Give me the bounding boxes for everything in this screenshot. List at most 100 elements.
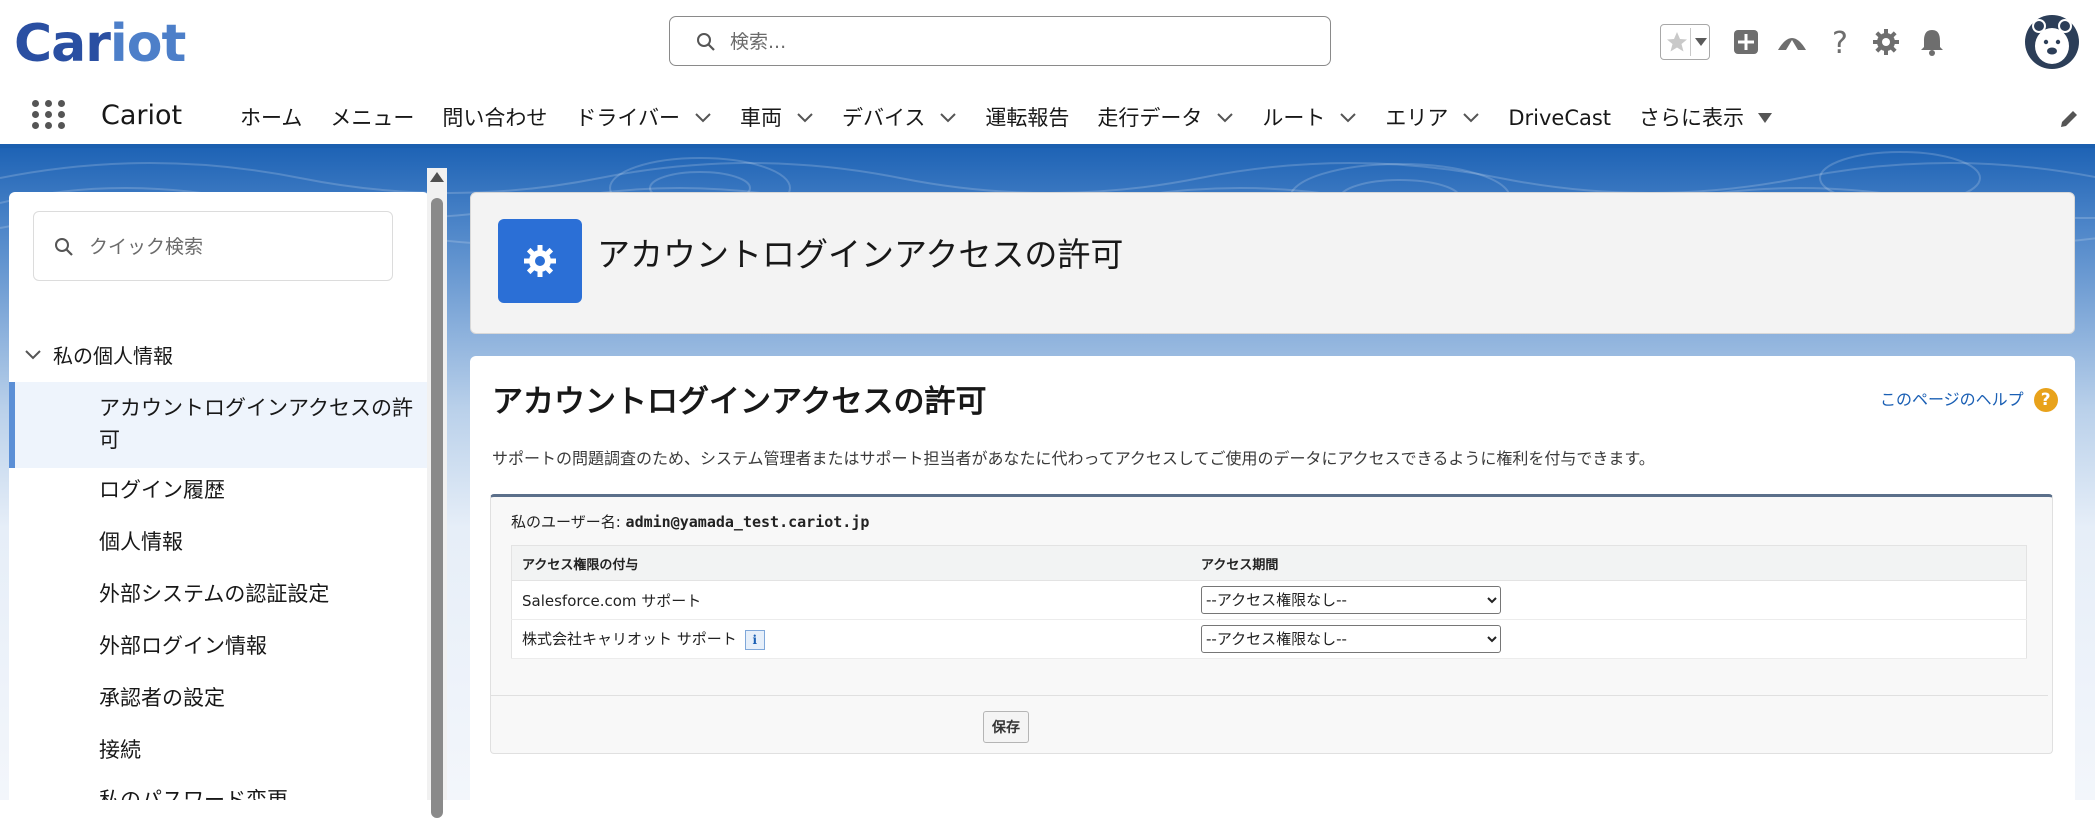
info-icon[interactable]: i — [744, 629, 765, 650]
sidebar-item-external-auth[interactable]: 外部システムの認証設定 — [9, 578, 429, 610]
nav-item-1[interactable]: メニュー — [330, 98, 414, 138]
sidebar-item-change-password[interactable]: 私のパスワード変更 — [9, 784, 429, 800]
setup-gear-icon — [498, 219, 582, 303]
help-icon[interactable]: ? — [1820, 22, 1860, 62]
app-name: Cariot — [101, 100, 183, 131]
nav-item-label: デバイス — [841, 106, 926, 130]
column-header-grant: アクセス権限の付与 — [511, 545, 1191, 581]
save-button[interactable]: 保存 — [983, 711, 1029, 743]
chevron-down-icon — [25, 349, 41, 359]
sidebar-item-label: アカウントログインアクセスの許可 — [99, 396, 413, 452]
access-duration-select-cariot[interactable]: --アクセス権限なし-- — [1201, 625, 1501, 653]
quick-search-input[interactable] — [87, 230, 381, 264]
nav-item-6[interactable]: 運転報告 — [985, 98, 1069, 138]
favorites-button[interactable] — [1660, 24, 1710, 60]
global-search-input[interactable] — [728, 25, 1292, 59]
nav-item-8[interactable]: ルート — [1262, 98, 1357, 138]
scrollbar-thumb[interactable] — [431, 198, 443, 818]
caret-down-icon[interactable] — [1758, 113, 1773, 123]
help-link-label: このページのヘルプ — [1880, 390, 2024, 409]
svg-text:?: ? — [1832, 26, 1848, 61]
nav-item-label: エリア — [1385, 106, 1449, 130]
setup-sidebar: 私の個人情報 アカウントログインアクセスの許可 ログイン履歴 個人情報 外部シス… — [9, 192, 429, 800]
chevron-down-icon[interactable] — [694, 112, 712, 124]
support-name: Salesforce.com サポート — [522, 591, 702, 610]
add-icon[interactable] — [1726, 22, 1766, 62]
sidebar-item-account-login-access[interactable]: アカウントログインアクセスの許可 — [9, 382, 429, 468]
nav-item-label: ドライバー — [575, 106, 680, 130]
sidebar-item-label: 私のパスワード変更 — [99, 788, 288, 800]
nav-item-4[interactable]: 車両 — [740, 98, 814, 138]
help-link[interactable]: このページのヘルプ ? — [1880, 388, 2058, 412]
nav-item-label: DriveCast — [1508, 106, 1612, 130]
page-header-title: アカウントログインアクセスの許可 — [597, 235, 1124, 274]
username-value: admin@yamada_test.cariot.jp — [625, 513, 870, 531]
sidebar-item-approver-settings[interactable]: 承認者の設定 — [9, 682, 429, 714]
nav-item-2[interactable]: 問い合わせ — [442, 98, 547, 138]
bell-icon[interactable] — [1912, 22, 1952, 62]
nav-item-label: 問い合わせ — [442, 106, 548, 130]
sidebar-section-personal[interactable]: 私の個人情報 — [25, 340, 173, 369]
support-name: 株式会社キャリオット サポート — [522, 630, 737, 649]
chevron-down-icon[interactable] — [939, 112, 957, 124]
help-question-icon[interactable]: ? — [2033, 388, 2058, 412]
nav-item-5[interactable]: デバイス — [842, 98, 957, 138]
nav-item-label: 車両 — [739, 106, 782, 130]
global-search[interactable] — [669, 16, 1331, 66]
setup-gear-icon[interactable] — [1866, 22, 1906, 62]
nav-item-3[interactable]: ドライバー — [575, 98, 712, 138]
chevron-down-icon[interactable] — [1216, 112, 1234, 124]
username-line: 私のユーザー名: admin@yamada_test.cariot.jp — [511, 511, 869, 533]
nav-items: ホーム メニュー 問い合わせ ドライバー 車両 デバイス 運転報告 走行データ ルート エリア Dr… — [240, 98, 1800, 138]
cariot-logo[interactable]: Cariot — [14, 14, 186, 74]
page-header: アカウントログインアクセスの許可 — [470, 192, 2075, 334]
sidebar-item-label: 外部ログイン情報 — [99, 634, 267, 658]
nav-item-label: さらに表示 — [1639, 106, 1745, 130]
user-avatar[interactable] — [2024, 14, 2080, 70]
nav-item-7[interactable]: 走行データ — [1097, 98, 1234, 138]
nav-item-10[interactable]: DriveCast — [1508, 98, 1611, 138]
star-icon[interactable] — [1665, 29, 1689, 55]
search-icon — [697, 33, 715, 51]
nav-item-label: ルート — [1262, 106, 1326, 130]
chevron-down-icon[interactable] — [1339, 112, 1357, 124]
global-header: Cariot ? — [0, 0, 2095, 88]
table-row: 株式会社キャリオット サポート i --アクセス権限なし-- — [511, 619, 2027, 659]
sidebar-item-label: 外部システムの認証設定 — [99, 582, 330, 606]
sidebar-item-label: ログイン履歴 — [99, 478, 225, 502]
chevron-down-icon[interactable] — [796, 112, 814, 124]
nav-item-11[interactable]: さらに表示 — [1639, 98, 1773, 138]
sidebar-item-personal-info[interactable]: 個人情報 — [9, 526, 429, 558]
nav-item-label: メニュー — [330, 106, 415, 130]
nav-item-9[interactable]: エリア — [1385, 98, 1480, 138]
sidebar-item-login-history[interactable]: ログイン履歴 — [9, 474, 429, 506]
nav-item-label: ホーム — [240, 106, 303, 130]
sidebar-item-label: 接続 — [99, 738, 141, 762]
edit-nav-icon[interactable] — [2058, 108, 2080, 130]
chevron-down-icon[interactable] — [1462, 112, 1480, 124]
page-title: アカウントログインアクセスの許可 — [492, 384, 987, 420]
panel-divider — [491, 695, 2048, 696]
sidebar-item-external-login[interactable]: 外部ログイン情報 — [9, 630, 429, 662]
sidebar-scrollbar[interactable] — [427, 168, 447, 818]
page-description: サポートの問題調査のため、システム管理者またはサポート担当者があなたに代わってア… — [492, 449, 1655, 468]
table-header-row: アクセス権限の付与 アクセス期間 — [511, 545, 2027, 581]
nav-item-0[interactable]: ホーム — [240, 98, 302, 138]
sidebar-item-connections[interactable]: 接続 — [9, 734, 429, 766]
username-label: 私のユーザー名: — [511, 513, 621, 531]
navigation-bar: Cariot ホーム メニュー 問い合わせ ドライバー 車両 デバイス 運転報告 走行データ ル… — [0, 88, 2095, 148]
favorites-dropdown-icon[interactable] — [1695, 38, 1707, 46]
row-duration-cell: --アクセス権限なし-- — [1191, 580, 2027, 620]
nav-item-label: 走行データ — [1097, 106, 1203, 130]
sidebar-section-title: 私の個人情報 — [53, 344, 173, 368]
row-name-cariot: 株式会社キャリオット サポート i — [511, 619, 1191, 659]
table-row: Salesforce.com サポート --アクセス権限なし-- — [511, 580, 2027, 620]
access-duration-select-salesforce[interactable]: --アクセス権限なし-- — [1201, 586, 1501, 614]
trailhead-icon[interactable] — [1772, 22, 1812, 62]
access-panel: 私のユーザー名: admin@yamada_test.cariot.jp アクセ… — [490, 494, 2053, 754]
search-icon — [55, 238, 73, 256]
sidebar-item-label: 承認者の設定 — [99, 686, 225, 710]
app-launcher-icon[interactable] — [32, 100, 70, 130]
quick-search-box[interactable] — [33, 211, 393, 281]
scroll-up-icon[interactable] — [430, 172, 444, 182]
